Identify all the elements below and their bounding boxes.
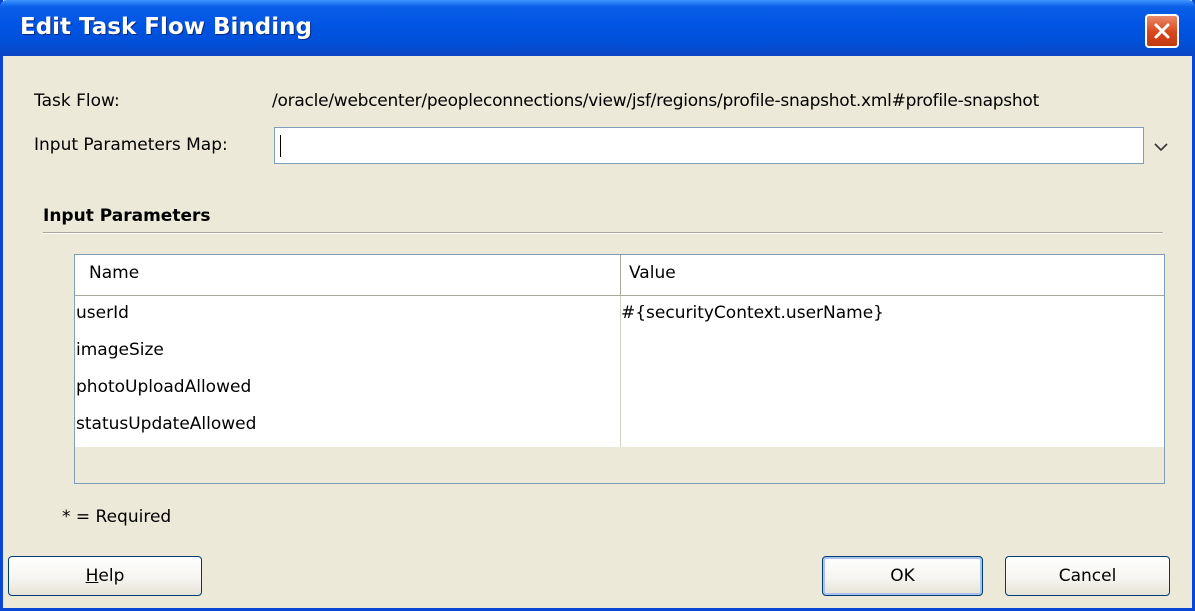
table-row[interactable]: imageSize xyxy=(75,333,1164,370)
task-flow-label: Task Flow: xyxy=(34,91,120,111)
table-row[interactable]: photoUploadAllowed xyxy=(75,370,1164,407)
cancel-button[interactable]: Cancel xyxy=(1005,556,1170,596)
param-value-cell[interactable]: #{securityContext.userName} xyxy=(621,303,884,323)
table-body: userId #{securityContext.userName} image… xyxy=(75,296,1164,447)
param-name-cell: statusUpdateAllowed xyxy=(76,414,257,434)
param-name-cell: photoUploadAllowed xyxy=(76,377,252,397)
chevron-down-icon[interactable] xyxy=(1148,133,1174,159)
table-header: Name Value xyxy=(75,255,1164,296)
input-parameters-map-combobox[interactable] xyxy=(274,127,1144,164)
text-caret xyxy=(280,135,281,157)
column-header-name[interactable]: Name xyxy=(89,263,139,283)
dialog-title: Edit Task Flow Binding xyxy=(20,14,312,40)
input-parameters-heading: Input Parameters xyxy=(43,206,211,226)
input-parameters-map-label: Input Parameters Map: xyxy=(34,135,228,155)
section-divider xyxy=(43,232,1163,234)
column-header-value[interactable]: Value xyxy=(629,263,676,283)
table-row[interactable]: userId #{securityContext.userName} xyxy=(75,296,1164,333)
parameters-table[interactable]: Name Value userId #{securityContext.user… xyxy=(74,254,1165,484)
param-name-cell: userId xyxy=(76,303,129,323)
required-note: * = Required xyxy=(62,507,172,527)
close-icon xyxy=(1154,23,1170,39)
table-row[interactable]: statusUpdateAllowed xyxy=(75,407,1164,444)
task-flow-value: /oracle/webcenter/peopleconnections/view… xyxy=(272,91,1039,111)
ok-button[interactable]: OK xyxy=(822,556,983,596)
column-divider[interactable] xyxy=(620,255,621,295)
help-button[interactable]: Help xyxy=(8,556,202,596)
close-button[interactable] xyxy=(1145,14,1179,48)
param-name-cell: imageSize xyxy=(76,340,164,360)
help-label: elp xyxy=(98,566,125,586)
help-mnemonic: H xyxy=(85,566,99,586)
title-bar[interactable]: Edit Task Flow Binding xyxy=(0,0,1195,56)
